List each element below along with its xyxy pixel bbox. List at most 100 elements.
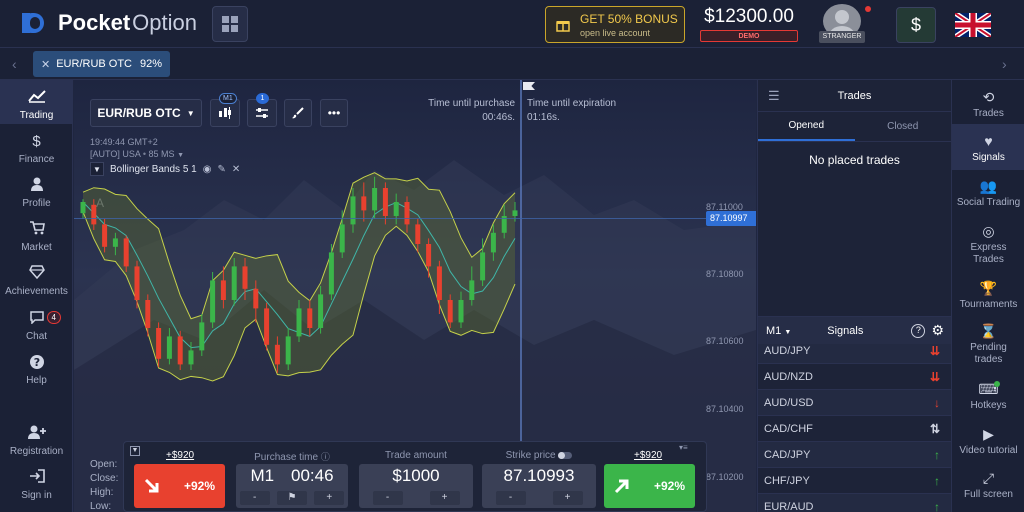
chevron-right-icon[interactable]: › [1002,56,1007,72]
gear-icon[interactable]: ⚙ [931,322,944,339]
signal-row[interactable]: CAD/JPY ↑ [758,442,952,468]
candle-body [361,196,367,211]
candle-body [512,210,518,216]
arrows-up-down-icon: ⇅ [929,421,940,436]
panel-options-icon[interactable]: ▾≡ [679,443,688,452]
trade-amount-value[interactable]: $1000 [359,466,473,486]
top-bar: Pocket Option GET 50% BONUS open live ac… [0,0,1024,48]
toggle-switch[interactable] [558,451,573,459]
expiration-timer: Time until expiration 01:16s. [527,98,657,123]
signal-row[interactable]: AUD/USD ↓ [758,390,952,416]
sidebar-item-full-screen[interactable]: ⤢ Full screen [952,470,1024,501]
buy-percent: +92% [653,479,685,493]
sidebar-item-help[interactable]: ? Help [0,354,73,386]
chevron-left-icon[interactable]: ‹ [12,56,17,72]
sidebar-item-label: Profile [22,198,51,209]
collapse-panel-icon[interactable]: ▼ [130,446,140,456]
avatar[interactable]: STRANGER [819,4,871,44]
trade-amount-control[interactable]: $1000 - + [359,464,473,508]
chart-line-icon [27,89,47,107]
logo-text-light: Option [132,10,197,35]
candle-body [91,204,97,225]
sidebar-item-label: Chat [25,331,48,342]
sidebar-item-trading[interactable]: Trading [0,80,73,124]
sidebar-item-express-trades[interactable]: ◎ Express Trades [952,223,1024,266]
sidebar-item-label: Signals [972,152,1005,163]
sidebar-item-label: Achievements [5,286,68,297]
deposit-button[interactable]: $ [896,7,936,43]
question-icon: ? [27,354,47,372]
balance-widget[interactable]: $12300.00 DEMO [700,6,798,42]
sidebar-item-tournaments[interactable]: 🏆 Tournaments [952,280,1024,311]
candle-body [231,266,237,300]
account-type-badge[interactable]: DEMO [700,30,798,42]
signals-timeframe[interactable]: M1 ▼ [766,325,791,337]
purchase-time-value[interactable]: 00:46 [291,466,334,486]
strike-minus-button[interactable]: - [495,491,526,505]
dollar-icon: $ [32,133,41,150]
strike-price-control[interactable]: 87.10993 - + [482,464,596,508]
tab-closed[interactable]: Closed [855,112,952,141]
sidebar-item-hotkeys[interactable]: ⌨ Hotkeys [952,381,1024,412]
candle-body [199,322,205,351]
trades-tabs: Opened Closed [758,112,951,142]
time-mode-button[interactable]: ⚑ [276,491,307,505]
sidebar-item-label: Trading [19,110,54,121]
svg-text:?: ? [33,356,39,369]
asset-tab[interactable]: ✕ EUR/RUB OTC 92% [33,51,170,77]
amount-minus-button[interactable]: - [372,491,403,505]
sidebar-item-trades[interactable]: ⟲ Trades [952,89,1024,120]
signal-row[interactable]: CHF/JPY ↑ [758,468,952,494]
signals-header: M1 ▼ Signals ? ⚙ [758,316,952,344]
list-icon[interactable]: ☰ [768,88,780,104]
sidebar-item-sign-in[interactable]: Sign in [0,469,73,501]
sign-in-icon [27,469,47,487]
sidebar-item-market[interactable]: Market [0,221,73,253]
sidebar-item-finance[interactable]: $ Finance [0,133,73,165]
sidebar-item-label: Video tutorial [959,445,1018,456]
sidebar-item-label: Pending trades [970,342,1007,365]
chart-area[interactable]: EUR/RUB OTC ▼ M1 1 ••• 19:49:44 GMT+2 [A… [74,80,756,512]
arrow-up-icon: ↑ [934,473,940,488]
sidebar-item-profile[interactable]: Profile [0,177,73,209]
signal-row[interactable]: CAD/CHF ⇅ [758,416,952,442]
time-plus-button[interactable]: + [314,491,345,505]
heartbeat-icon: ♥ [984,133,993,149]
time-minus-button[interactable]: - [239,491,270,505]
amount-plus-button[interactable]: + [429,491,460,505]
sidebar-item-signals[interactable]: ♥ Signals [952,124,1024,170]
question-icon[interactable]: ? [911,323,926,338]
sidebar-item-registration[interactable]: Registration [0,425,73,457]
current-price-label: 87.10997 [706,211,756,226]
candle-body [102,224,108,247]
signal-row[interactable]: AUD/JPY ⇊ [758,344,952,364]
signals-list: AUD/JPY ⇊ AUD/NZD ⇊ AUD/USD ↓ CAD/CHF ⇅ CAD/… [758,344,952,512]
sidebar-item-label: Trades [973,108,1004,119]
strike-price-value[interactable]: 87.10993 [482,466,596,486]
sidebar-item-pending-trades[interactable]: ⌛ Pending trades [952,323,1024,366]
bonus-banner[interactable]: GET 50% BONUS open live account [545,6,685,43]
sell-button[interactable]: +92% [134,464,225,508]
sidebar-item-social-trading[interactable]: 👥 Social Trading [952,178,1024,209]
close-icon[interactable]: ✕ [41,58,50,71]
candle-body [458,300,464,323]
strike-price-label: Strike price [482,450,596,461]
sidebar-item-chat[interactable]: 4 Chat [0,310,73,342]
purchase-timer-value: 00:46s. [482,112,515,123]
ohlc-high: High: [90,487,114,498]
strike-plus-button[interactable]: + [552,491,583,505]
buy-button[interactable]: +92% [604,464,695,508]
uk-flag-icon[interactable] [955,13,991,37]
signal-row[interactable]: EUR/AUD ↑ [758,494,952,512]
tab-opened[interactable]: Opened [758,112,855,141]
apps-grid-button[interactable] [212,6,248,42]
sidebar-item-achievements[interactable]: Achievements [0,265,73,297]
logo[interactable]: Pocket Option [22,10,197,36]
purchase-time-control[interactable]: M1 00:46 - ⚑ + [236,464,348,508]
timeframe-value[interactable]: M1 [250,466,274,486]
hourglass-icon: ⌛ [979,323,998,339]
sidebar-item-video-tutorial[interactable]: ▶ Video tutorial [952,426,1024,457]
arrow-up-icon: ↑ [934,499,940,512]
candle-body [307,308,313,328]
signal-row[interactable]: AUD/NZD ⇊ [758,364,952,390]
